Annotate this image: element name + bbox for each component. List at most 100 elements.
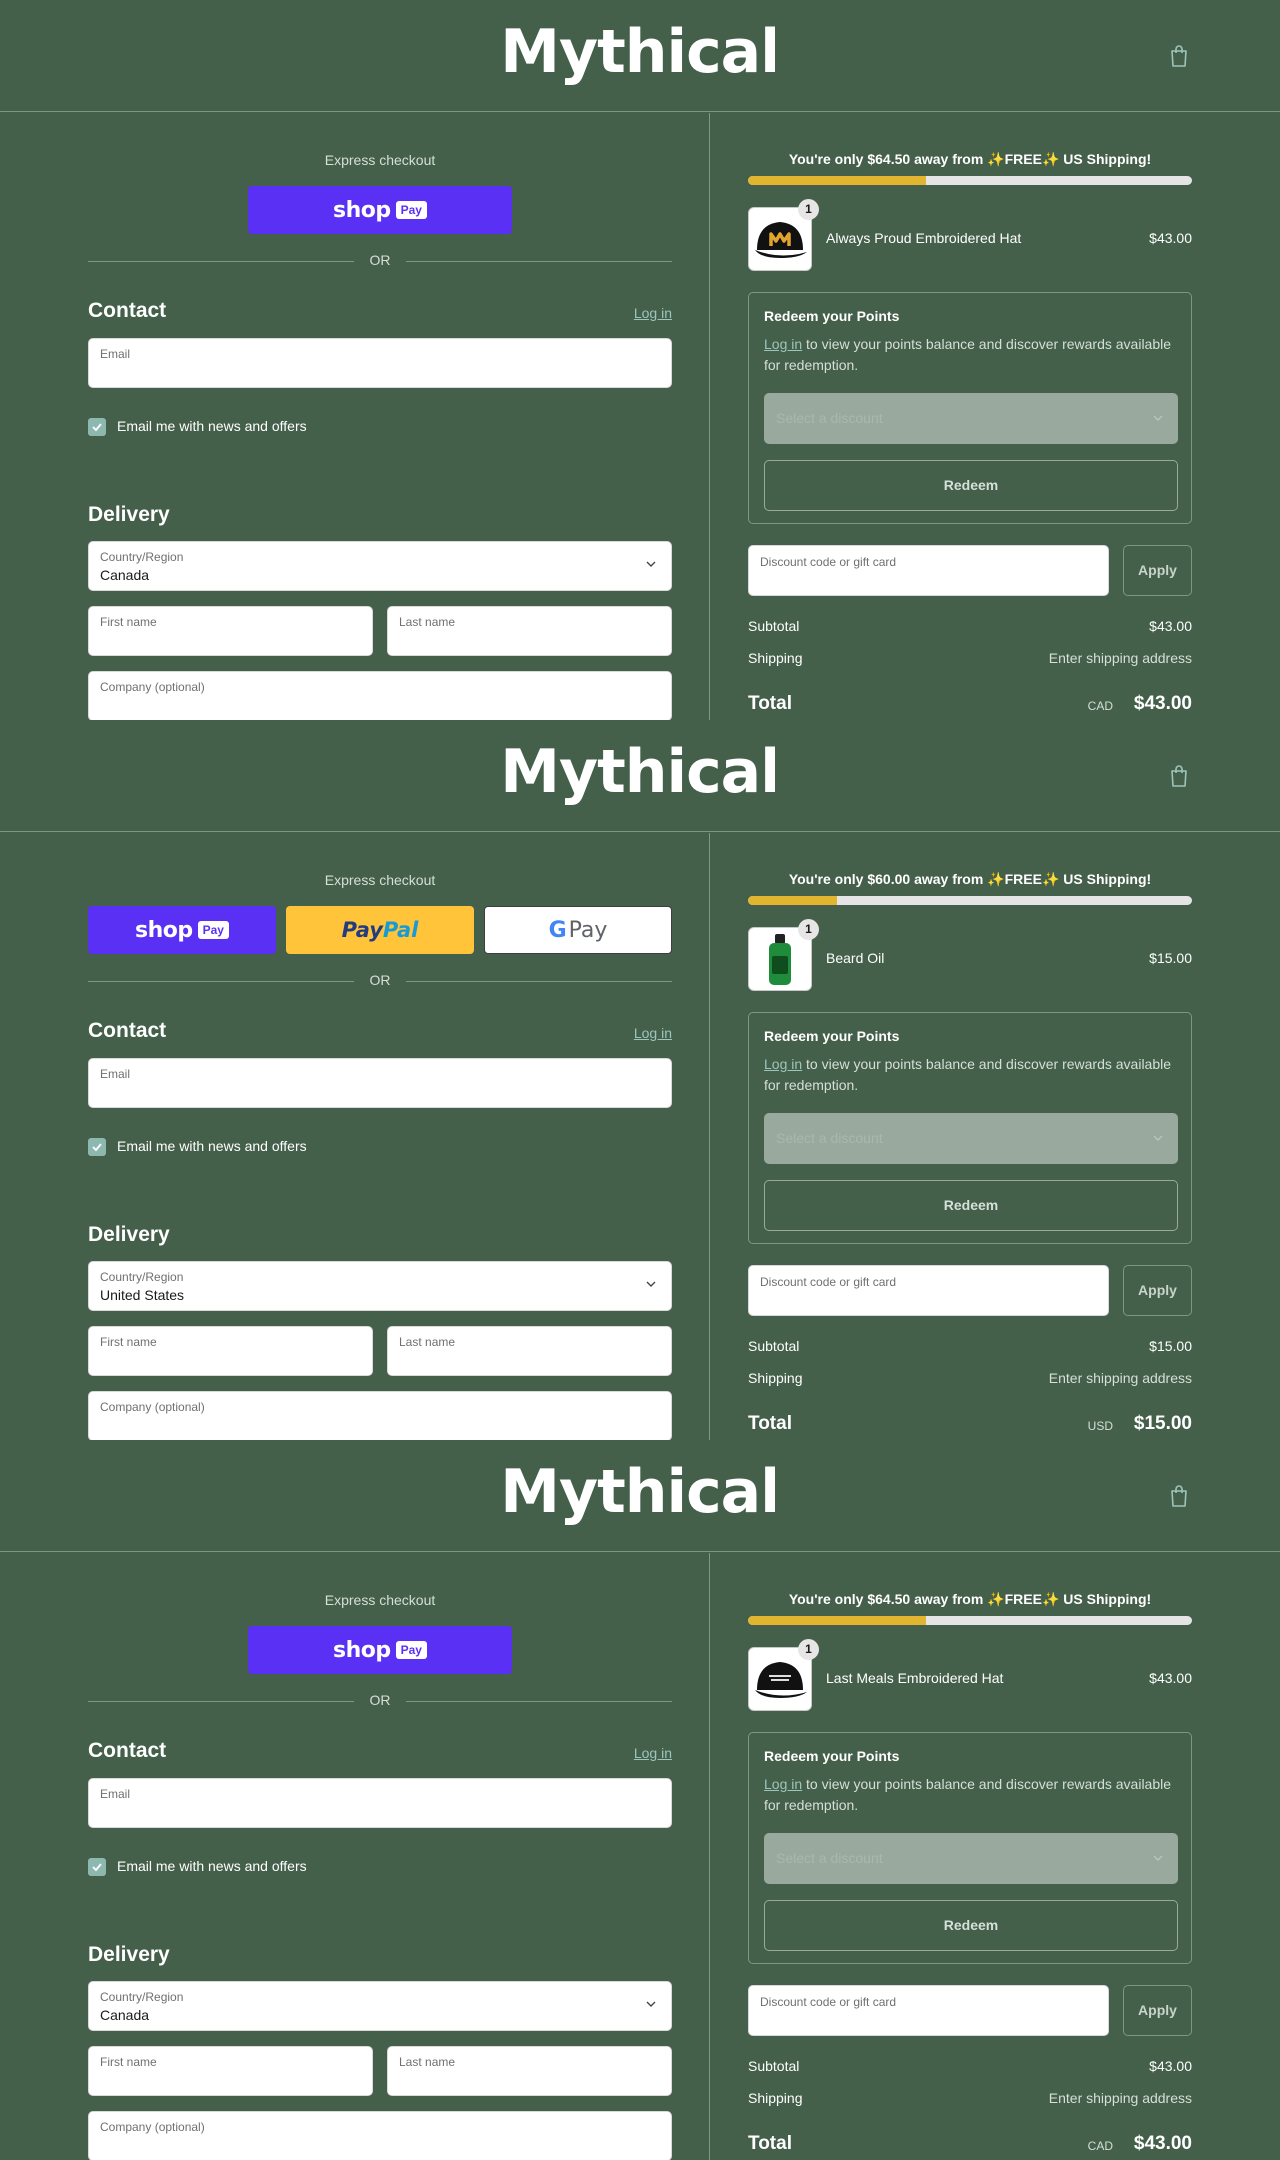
- shop-pay-button[interactable]: shop Pay: [248, 186, 512, 234]
- company-field[interactable]: Company (optional): [88, 671, 672, 720]
- subtotal-label: Subtotal: [748, 2058, 800, 2074]
- paypal-word-pal: Pal: [382, 918, 419, 942]
- quantity-badge: 1: [798, 199, 819, 220]
- column-divider: [709, 1553, 710, 2160]
- subtotal-label: Subtotal: [748, 618, 800, 634]
- checkmark-icon: [92, 1143, 102, 1152]
- discount-select-placeholder: Select a discount: [776, 410, 883, 426]
- checkout-panel-3: Mythical Express checkout shop Pay OR Con…: [0, 1440, 1280, 2160]
- last-name-field[interactable]: Last name: [387, 1326, 672, 1376]
- shopping-bag-icon[interactable]: [1168, 764, 1190, 788]
- or-divider: OR: [88, 252, 672, 270]
- country-label: Country/Region: [100, 1990, 184, 2004]
- checkmark-icon: [92, 423, 102, 432]
- product-price: $43.00: [1149, 230, 1192, 246]
- contact-title: Contact: [88, 1019, 167, 1042]
- email-field[interactable]: Email: [88, 338, 672, 388]
- first-name-field[interactable]: First name: [88, 1326, 373, 1376]
- redeem-description: Log in to view your points balance and d…: [764, 1054, 1178, 1096]
- discount-code-field[interactable]: Discount code or gift card: [748, 1985, 1109, 2036]
- express-checkout-label: Express checkout: [324, 872, 436, 888]
- last-name-label: Last name: [399, 2055, 456, 2069]
- chevron-down-icon: [1153, 1855, 1163, 1861]
- newsletter-checkbox[interactable]: [88, 1858, 106, 1876]
- shipping-value: Enter shipping address: [1048, 1370, 1192, 1386]
- apply-button[interactable]: Apply: [1123, 545, 1192, 596]
- cap-text-line: [769, 1675, 791, 1677]
- google-pay-button[interactable]: G Pay: [484, 906, 672, 954]
- shipping-progress-bar: [748, 176, 1192, 185]
- redeem-button[interactable]: Redeem: [764, 1180, 1178, 1231]
- chevron-down-icon: [646, 1281, 656, 1287]
- discount-code-field[interactable]: Discount code or gift card: [748, 545, 1109, 596]
- mythical-logo[interactable]: Mythical: [505, 1454, 775, 1534]
- delivery-title: Delivery: [88, 1943, 170, 1966]
- login-link[interactable]: Log in: [634, 1745, 672, 1761]
- discount-code-label: Discount code or gift card: [760, 555, 897, 569]
- last-name-field[interactable]: Last name: [387, 606, 672, 656]
- or-divider: OR: [88, 972, 672, 990]
- login-link[interactable]: Log in: [634, 305, 672, 321]
- country-select[interactable]: Country/Region United States: [88, 1261, 672, 1311]
- redeem-button[interactable]: Redeem: [764, 460, 1178, 511]
- last-name-field[interactable]: Last name: [387, 2046, 672, 2096]
- redeem-login-link[interactable]: Log in: [764, 336, 802, 352]
- email-label: Email: [100, 1787, 131, 1801]
- shopping-bag-icon[interactable]: [1168, 1484, 1190, 1508]
- or-label: OR: [369, 252, 391, 268]
- column-divider: [709, 833, 710, 1440]
- country-select[interactable]: Country/Region Canada: [88, 541, 672, 591]
- shopping-bag-icon[interactable]: [1168, 44, 1190, 68]
- first-name-field[interactable]: First name: [88, 606, 373, 656]
- shipping-label: Shipping: [748, 2090, 803, 2106]
- redeem-login-link[interactable]: Log in: [764, 1776, 802, 1792]
- redeem-text: to view your points balance and discover…: [764, 336, 1172, 373]
- email-field[interactable]: Email: [88, 1778, 672, 1828]
- company-field[interactable]: Company (optional): [88, 1391, 672, 1440]
- login-link[interactable]: Log in: [634, 1025, 672, 1041]
- newsletter-checkbox[interactable]: [88, 1138, 106, 1156]
- discount-select[interactable]: Select a discount: [764, 1833, 1178, 1884]
- first-name-label: First name: [100, 1335, 157, 1349]
- redeem-points-box: Redeem your Points Log in to view your p…: [748, 292, 1192, 524]
- apply-button[interactable]: Apply: [1123, 1985, 1192, 2036]
- or-label: OR: [369, 1692, 391, 1708]
- first-name-field[interactable]: First name: [88, 2046, 373, 2096]
- discount-select[interactable]: Select a discount: [764, 1113, 1178, 1164]
- last-name-label: Last name: [399, 1335, 456, 1349]
- country-value: Canada: [100, 2007, 150, 2023]
- newsletter-checkbox[interactable]: [88, 418, 106, 436]
- discount-select[interactable]: Select a discount: [764, 393, 1178, 444]
- chevron-down-icon: [646, 561, 656, 567]
- apply-button[interactable]: Apply: [1123, 1265, 1192, 1316]
- newsletter-label: Email me with news and offers: [117, 418, 307, 434]
- redeem-login-link[interactable]: Log in: [764, 1056, 802, 1072]
- total-label: Total: [748, 693, 792, 714]
- google-g-letter: G: [548, 917, 567, 943]
- shipping-value: Enter shipping address: [1048, 2090, 1192, 2106]
- redeem-description: Log in to view your points balance and d…: [764, 1774, 1178, 1816]
- shop-wordmark: shop: [333, 1637, 391, 1663]
- shop-pay-badge: Pay: [395, 1641, 427, 1659]
- company-label: Company (optional): [100, 680, 205, 694]
- bottle-cap: [775, 934, 785, 944]
- paypal-button[interactable]: Pay Pal: [286, 906, 474, 954]
- email-field[interactable]: Email: [88, 1058, 672, 1108]
- contact-title: Contact: [88, 299, 167, 322]
- shop-wordmark: shop: [333, 197, 391, 223]
- mythical-logo[interactable]: Mythical: [505, 14, 775, 94]
- subtotal-value: $43.00: [1149, 2058, 1192, 2074]
- shipping-label: Shipping: [748, 1370, 803, 1386]
- country-select[interactable]: Country/Region Canada: [88, 1981, 672, 2031]
- company-field[interactable]: Company (optional): [88, 2111, 672, 2160]
- redeem-button[interactable]: Redeem: [764, 1900, 1178, 1951]
- paypal-word-pay: Pay: [341, 918, 383, 942]
- free-shipping-message: You're only $64.50 away from ✨FREE✨ US S…: [788, 151, 1152, 167]
- cap-brim: [755, 1690, 807, 1698]
- shop-pay-button[interactable]: shop Pay: [88, 906, 276, 954]
- mythical-logo[interactable]: Mythical: [505, 734, 775, 814]
- shop-pay-button[interactable]: shop Pay: [248, 1626, 512, 1674]
- discount-code-field[interactable]: Discount code or gift card: [748, 1265, 1109, 1316]
- subtotal-value: $43.00: [1149, 618, 1192, 634]
- checkout-panel-1: Mythical Express checkout shop Pay OR Con…: [0, 0, 1280, 720]
